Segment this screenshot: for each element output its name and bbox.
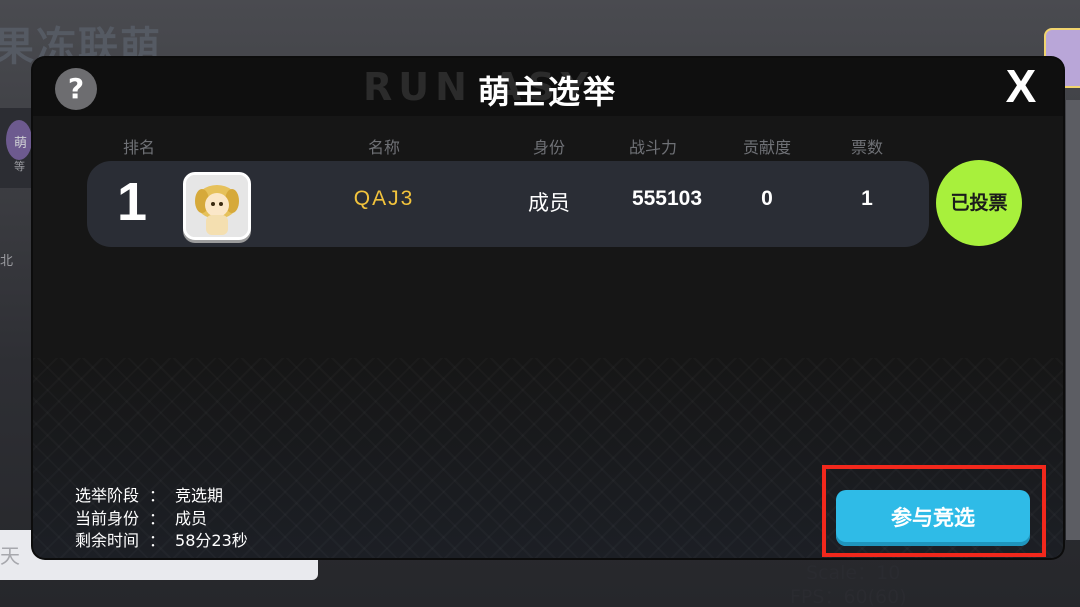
player-role: 成员: [528, 191, 570, 215]
join-election-button[interactable]: 参与竞选: [836, 490, 1030, 546]
rank-value: 1: [117, 172, 148, 232]
current-identity-line: 当前身份 ： 成员: [75, 505, 207, 529]
election-dialog: RUN ASY 萌主选举 ? X 排名 名称 身份 战斗力 贡献度 票数 1 Q…: [33, 58, 1063, 558]
column-header-votes: 票数: [850, 138, 883, 157]
background-left-label: 萌: [14, 136, 28, 151]
remaining-time-label: 剩余时间: [75, 531, 140, 550]
background-left-sub: 等: [14, 160, 25, 173]
player-votes: 1: [861, 187, 873, 210]
election-stage-value: 竞选期: [175, 486, 224, 505]
dialog-title: 萌主选举: [477, 73, 618, 111]
separator: ：: [149, 486, 166, 505]
remaining-time-value: 58分23秒: [175, 531, 248, 550]
background-left-text: 北: [0, 254, 14, 269]
column-header-power: 战斗力: [628, 138, 677, 157]
separator: ：: [149, 509, 166, 528]
background-right-strip: [1066, 100, 1080, 540]
debug-fps-text: FPS：60(60): [790, 586, 907, 607]
current-identity-value: 成员: [175, 509, 208, 528]
election-stage-line: 选举阶段 ： 竞选期: [75, 482, 223, 506]
debug-scale-text: Scale：10: [806, 562, 901, 584]
current-identity-label: 当前身份: [75, 509, 140, 528]
avatar-character-icon[interactable]: [183, 172, 251, 240]
dialog-header: RUN ASY 萌主选举 ? X: [33, 58, 1063, 116]
column-header-role: 身份: [532, 138, 565, 157]
table-row[interactable]: 1 QAJ3 成员 555103 0 1: [87, 161, 929, 247]
help-icon[interactable]: ?: [55, 68, 97, 110]
election-stage-label: 选举阶段: [75, 486, 140, 505]
separator: ：: [149, 531, 166, 550]
remaining-time-line: 剩余时间 ： 58分23秒: [75, 527, 248, 551]
voted-button[interactable]: 已投票: [936, 160, 1022, 246]
player-name: QAJ3: [353, 187, 415, 210]
close-icon[interactable]: X: [999, 60, 1043, 112]
background-chat-text: 天: [0, 544, 20, 568]
column-header-rank: 排名: [122, 138, 155, 157]
column-header-name: 名称: [367, 138, 400, 157]
